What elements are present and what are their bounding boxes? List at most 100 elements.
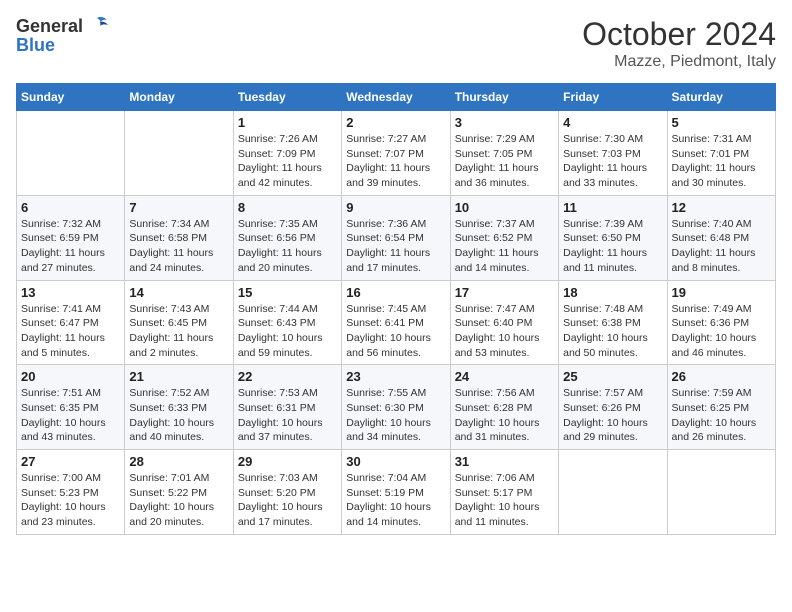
calendar-cell bbox=[559, 450, 667, 535]
day-info: Sunrise: 7:53 AMSunset: 6:31 PMDaylight:… bbox=[238, 386, 337, 445]
day-info: Sunrise: 7:40 AMSunset: 6:48 PMDaylight:… bbox=[672, 217, 771, 276]
day-number: 15 bbox=[238, 285, 337, 300]
day-number: 6 bbox=[21, 200, 120, 215]
calendar-cell: 29Sunrise: 7:03 AMSunset: 5:20 PMDayligh… bbox=[233, 450, 341, 535]
day-number: 5 bbox=[672, 115, 771, 130]
day-info: Sunrise: 7:44 AMSunset: 6:43 PMDaylight:… bbox=[238, 302, 337, 361]
day-number: 21 bbox=[129, 369, 228, 384]
calendar-cell: 9 Sunrise: 7:36 AMSunset: 6:54 PMDaylight… bbox=[342, 195, 450, 280]
calendar-cell bbox=[17, 111, 125, 196]
day-number: 1 bbox=[238, 115, 337, 130]
calendar-cell: 25 Sunrise: 7:57 AMSunset: 6:26 PMDayligh… bbox=[559, 365, 667, 450]
calendar-cell: 23 Sunrise: 7:55 AMSunset: 6:30 PMDayligh… bbox=[342, 365, 450, 450]
calendar-cell: 1 Sunrise: 7:26 AMSunset: 7:09 PMDaylight… bbox=[233, 111, 341, 196]
day-info: Sunrise: 7:59 AMSunset: 6:25 PMDaylight:… bbox=[672, 386, 771, 445]
calendar-cell: 2Sunrise: 7:27 AMSunset: 7:07 PMDaylight… bbox=[342, 111, 450, 196]
logo-general-text: General bbox=[16, 16, 83, 37]
month-title: October 2024 bbox=[582, 16, 776, 53]
calendar-header-row: SundayMondayTuesdayWednesdayThursdayFrid… bbox=[17, 84, 776, 111]
day-info: Sunrise: 7:43 AMSunset: 6:45 PMDaylight:… bbox=[129, 302, 228, 361]
day-info: Sunrise: 7:47 AMSunset: 6:40 PMDaylight:… bbox=[455, 302, 554, 361]
day-info: Sunrise: 7:37 AMSunset: 6:52 PMDaylight:… bbox=[455, 217, 554, 276]
calendar-cell: 11 Sunrise: 7:39 AMSunset: 6:50 PMDayligh… bbox=[559, 195, 667, 280]
day-info: Sunrise: 7:41 AMSunset: 6:47 PMDaylight:… bbox=[21, 302, 120, 361]
day-info: Sunrise: 7:35 AMSunset: 6:56 PMDaylight:… bbox=[238, 217, 337, 276]
calendar-cell: 14 Sunrise: 7:43 AMSunset: 6:45 PMDayligh… bbox=[125, 280, 233, 365]
calendar-cell: 15 Sunrise: 7:44 AMSunset: 6:43 PMDayligh… bbox=[233, 280, 341, 365]
calendar-week-row: 20Sunrise: 7:51 AMSunset: 6:35 PMDayligh… bbox=[17, 365, 776, 450]
calendar-cell: 28 Sunrise: 7:01 AMSunset: 5:22 PMDayligh… bbox=[125, 450, 233, 535]
day-number: 13 bbox=[21, 285, 120, 300]
calendar-week-row: 27 Sunrise: 7:00 AMSunset: 5:23 PMDayligh… bbox=[17, 450, 776, 535]
calendar-cell: 17Sunrise: 7:47 AMSunset: 6:40 PMDayligh… bbox=[450, 280, 558, 365]
day-number: 26 bbox=[672, 369, 771, 384]
day-info: Sunrise: 7:30 AMSunset: 7:03 PMDaylight:… bbox=[563, 132, 662, 191]
day-number: 11 bbox=[563, 200, 662, 215]
title-block: October 2024 Mazze, Piedmont, Italy bbox=[582, 16, 776, 71]
day-number: 4 bbox=[563, 115, 662, 130]
calendar-week-row: 13 Sunrise: 7:41 AMSunset: 6:47 PMDayligh… bbox=[17, 280, 776, 365]
weekday-header: Wednesday bbox=[342, 84, 450, 111]
day-number: 9 bbox=[346, 200, 445, 215]
day-info: Sunrise: 7:45 AMSunset: 6:41 PMDaylight:… bbox=[346, 302, 445, 361]
day-number: 8 bbox=[238, 200, 337, 215]
day-number: 31 bbox=[455, 454, 554, 469]
page-header: General Blue October 2024 Mazze, Piedmon… bbox=[16, 16, 776, 71]
day-info: Sunrise: 7:01 AMSunset: 5:22 PMDaylight:… bbox=[129, 471, 228, 530]
calendar-table: SundayMondayTuesdayWednesdayThursdayFrid… bbox=[16, 83, 776, 535]
day-info: Sunrise: 7:31 AMSunset: 7:01 PMDaylight:… bbox=[672, 132, 771, 191]
calendar-cell: 27 Sunrise: 7:00 AMSunset: 5:23 PMDayligh… bbox=[17, 450, 125, 535]
day-number: 18 bbox=[563, 285, 662, 300]
day-info: Sunrise: 7:39 AMSunset: 6:50 PMDaylight:… bbox=[563, 217, 662, 276]
calendar-cell: 31 Sunrise: 7:06 AMSunset: 5:17 PMDayligh… bbox=[450, 450, 558, 535]
day-number: 12 bbox=[672, 200, 771, 215]
day-info: Sunrise: 7:06 AMSunset: 5:17 PMDaylight:… bbox=[455, 471, 554, 530]
calendar-cell: 10Sunrise: 7:37 AMSunset: 6:52 PMDayligh… bbox=[450, 195, 558, 280]
weekday-header: Friday bbox=[559, 84, 667, 111]
logo: General Blue bbox=[16, 16, 109, 56]
day-number: 24 bbox=[455, 369, 554, 384]
day-info: Sunrise: 7:34 AMSunset: 6:58 PMDaylight:… bbox=[129, 217, 228, 276]
day-info: Sunrise: 7:57 AMSunset: 6:26 PMDaylight:… bbox=[563, 386, 662, 445]
calendar-cell: 19Sunrise: 7:49 AMSunset: 6:36 PMDayligh… bbox=[667, 280, 775, 365]
day-info: Sunrise: 7:03 AMSunset: 5:20 PMDaylight:… bbox=[238, 471, 337, 530]
day-number: 30 bbox=[346, 454, 445, 469]
calendar-cell bbox=[667, 450, 775, 535]
day-number: 19 bbox=[672, 285, 771, 300]
day-info: Sunrise: 7:04 AMSunset: 5:19 PMDaylight:… bbox=[346, 471, 445, 530]
calendar-cell: 6Sunrise: 7:32 AMSunset: 6:59 PMDaylight… bbox=[17, 195, 125, 280]
weekday-header: Monday bbox=[125, 84, 233, 111]
day-number: 27 bbox=[21, 454, 120, 469]
calendar-cell: 13 Sunrise: 7:41 AMSunset: 6:47 PMDayligh… bbox=[17, 280, 125, 365]
weekday-header: Tuesday bbox=[233, 84, 341, 111]
calendar-cell bbox=[125, 111, 233, 196]
day-info: Sunrise: 7:52 AMSunset: 6:33 PMDaylight:… bbox=[129, 386, 228, 445]
day-info: Sunrise: 7:36 AMSunset: 6:54 PMDaylight:… bbox=[346, 217, 445, 276]
calendar-cell: 3Sunrise: 7:29 AMSunset: 7:05 PMDaylight… bbox=[450, 111, 558, 196]
day-number: 16 bbox=[346, 285, 445, 300]
day-number: 25 bbox=[563, 369, 662, 384]
location: Mazze, Piedmont, Italy bbox=[582, 53, 776, 71]
calendar-cell: 18 Sunrise: 7:48 AMSunset: 6:38 PMDayligh… bbox=[559, 280, 667, 365]
logo-blue-text: Blue bbox=[16, 35, 55, 56]
weekday-header: Thursday bbox=[450, 84, 558, 111]
day-info: Sunrise: 7:55 AMSunset: 6:30 PMDaylight:… bbox=[346, 386, 445, 445]
calendar-week-row: 1 Sunrise: 7:26 AMSunset: 7:09 PMDaylight… bbox=[17, 111, 776, 196]
calendar-cell: 7Sunrise: 7:34 AMSunset: 6:58 PMDaylight… bbox=[125, 195, 233, 280]
day-info: Sunrise: 7:29 AMSunset: 7:05 PMDaylight:… bbox=[455, 132, 554, 191]
calendar-cell: 16 Sunrise: 7:45 AMSunset: 6:41 PMDayligh… bbox=[342, 280, 450, 365]
day-number: 14 bbox=[129, 285, 228, 300]
calendar-cell: 24Sunrise: 7:56 AMSunset: 6:28 PMDayligh… bbox=[450, 365, 558, 450]
day-number: 23 bbox=[346, 369, 445, 384]
calendar-cell: 20Sunrise: 7:51 AMSunset: 6:35 PMDayligh… bbox=[17, 365, 125, 450]
calendar-cell: 22 Sunrise: 7:53 AMSunset: 6:31 PMDayligh… bbox=[233, 365, 341, 450]
day-number: 28 bbox=[129, 454, 228, 469]
day-info: Sunrise: 7:26 AMSunset: 7:09 PMDaylight:… bbox=[238, 132, 337, 191]
day-info: Sunrise: 7:48 AMSunset: 6:38 PMDaylight:… bbox=[563, 302, 662, 361]
day-number: 20 bbox=[21, 369, 120, 384]
calendar-cell: 26 Sunrise: 7:59 AMSunset: 6:25 PMDayligh… bbox=[667, 365, 775, 450]
day-number: 22 bbox=[238, 369, 337, 384]
day-info: Sunrise: 7:00 AMSunset: 5:23 PMDaylight:… bbox=[21, 471, 120, 530]
logo-bird-icon bbox=[87, 16, 109, 34]
day-info: Sunrise: 7:27 AMSunset: 7:07 PMDaylight:… bbox=[346, 132, 445, 191]
